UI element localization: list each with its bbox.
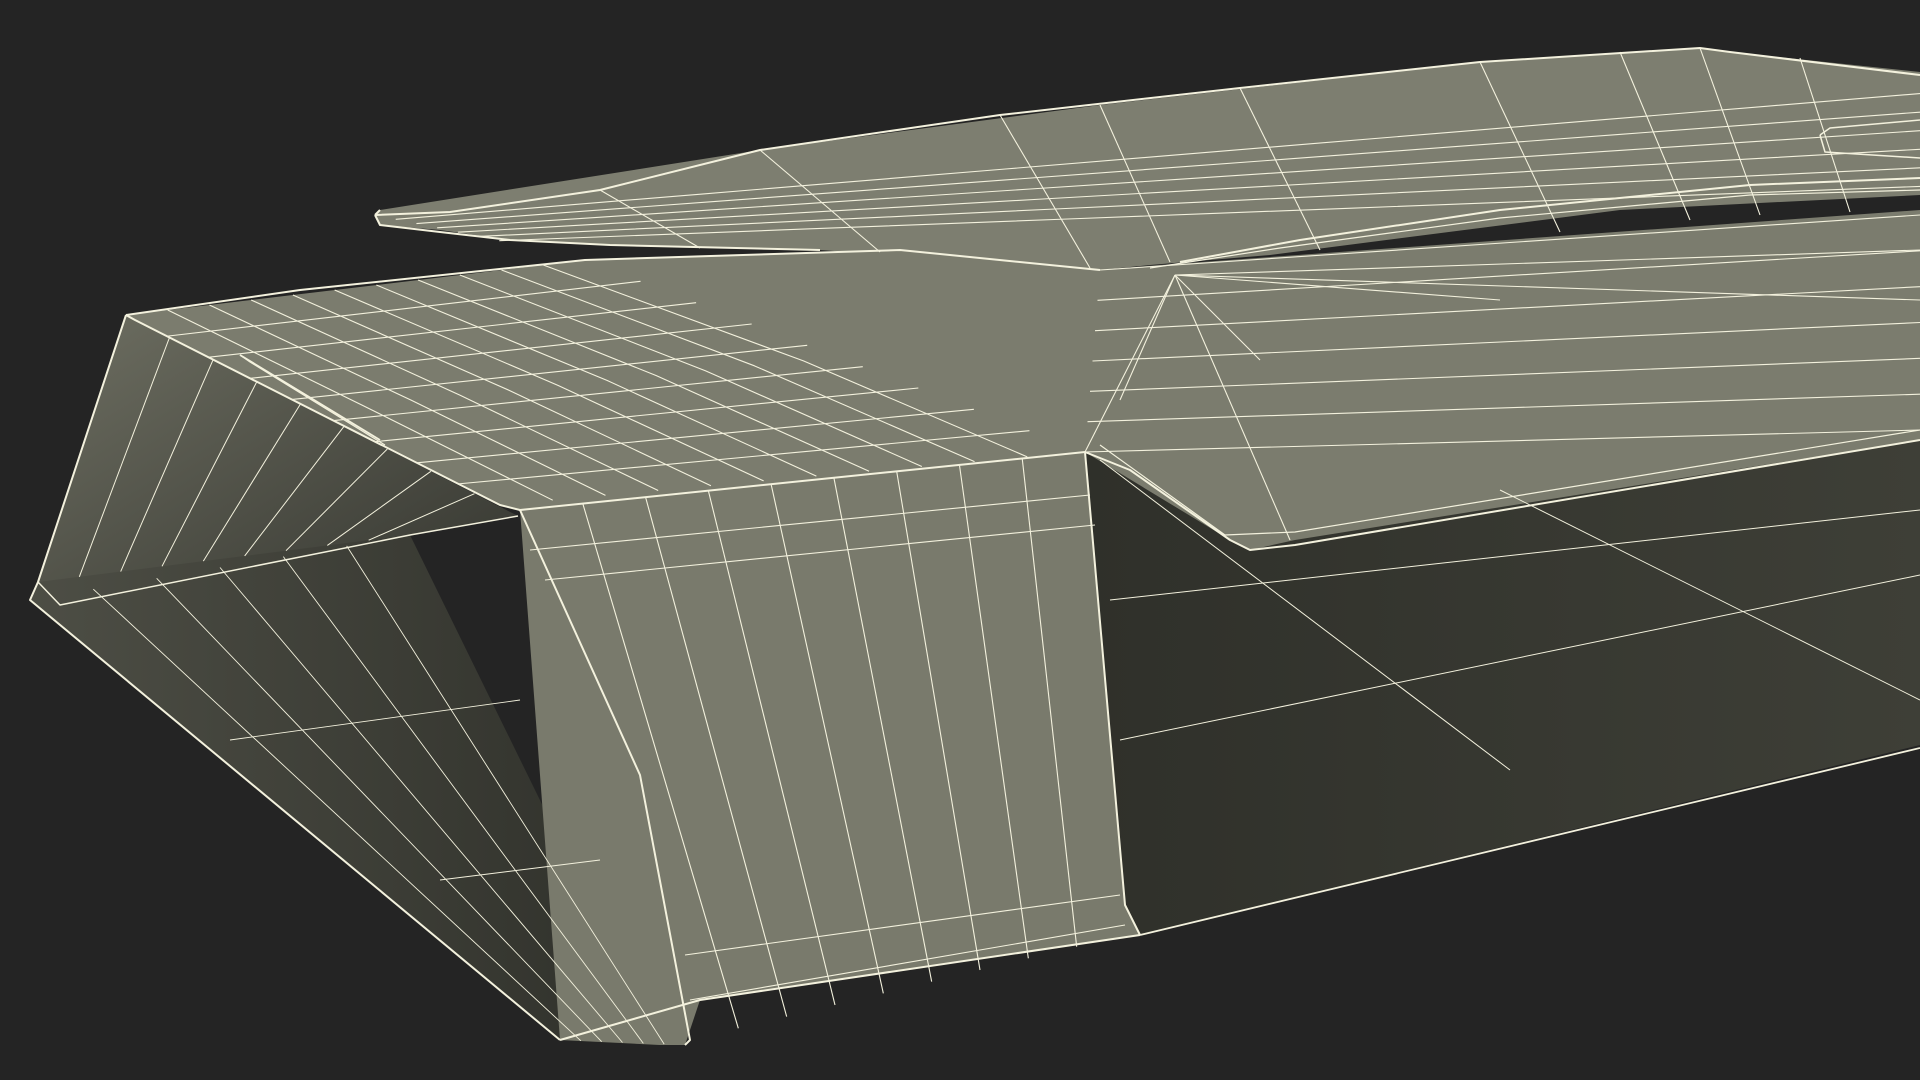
wireframe-model: [29, 47, 1920, 1046]
render-viewport: [0, 0, 1920, 1080]
front-slanted-wall: [520, 452, 1140, 1045]
